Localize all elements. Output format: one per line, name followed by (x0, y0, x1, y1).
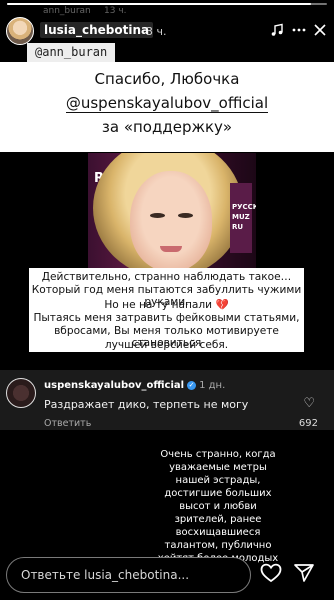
caption-line-1: Спасибо, Любочка (94, 70, 240, 88)
caption-line-3: за «поддержку» (101, 118, 233, 136)
story-viewer: ann_buran 13 ч. lusia_chebotina 3 ч. @an… (0, 0, 334, 600)
ghost-username: ann_buran (43, 6, 91, 16)
story-header: ann_buran 13 ч. lusia_chebotina 3 ч. (0, 6, 334, 46)
overlay-text-2: уважаемые метры (167, 462, 269, 473)
comment-heart-icon: ♡ (303, 396, 315, 411)
overlay-line-6: зрителей, ранее (148, 514, 288, 525)
comment-screenshot: uspenskayalubov_official ✓ 1 дн. Раздражае… (0, 370, 334, 430)
verified-icon: ✓ (187, 380, 197, 390)
broken-heart-icon: 💔 (215, 299, 229, 311)
heart-icon[interactable] (260, 563, 282, 587)
overlay-text-5: высот и любви (177, 501, 259, 512)
close-icon[interactable] (313, 23, 327, 40)
send-icon[interactable] (293, 563, 315, 587)
story-progress-fill (7, 3, 311, 5)
photo-sign-text-2: MUZ (232, 213, 250, 221)
comment-text: Раздражает дико, терпеть не могу (44, 398, 249, 411)
comment-likes-count: 692 (298, 418, 318, 429)
mention-tag[interactable]: @ann_buran (27, 43, 116, 62)
story-photo: R РУССКАЯ MUZ RU (88, 153, 256, 268)
reply-placeholder[interactable]: Ответьте lusia_chebotina... (21, 568, 189, 582)
more-icon[interactable] (292, 23, 306, 40)
overlay-line-7: восхищавшиеся (148, 527, 288, 538)
body-line-1: Действительно, странно наблюдать такое… (41, 271, 292, 283)
body-line-4: Пытаясь меня затравить фейковыми статьям… (33, 312, 300, 324)
story-time: 3 ч. (146, 25, 167, 38)
overlay-text-8: талантом, публично (162, 540, 274, 551)
photo-eye-left (150, 213, 165, 218)
overlay-line-4: достигшие больших (148, 488, 288, 499)
overlay-text-1: Очень странно, когда (158, 449, 278, 460)
story-text-box: Действительно, странно наблюдать такое… … (29, 268, 304, 352)
overlay-line-1: Очень странно, когда (148, 449, 288, 460)
body-line-3: Но не на ту напали 💔 (29, 298, 304, 311)
body-line-6: лучшей версией себя. (104, 339, 229, 351)
overlay-text-7: восхищавшиеся (173, 527, 263, 538)
comment-time: 1 дн. (199, 380, 226, 391)
overlay-text-3: нашей эстрады, (173, 475, 263, 486)
photo-face (130, 171, 212, 268)
comment-header: uspenskayalubov_official ✓ 1 дн. (44, 380, 225, 391)
comment-reply-label: Ответить (44, 418, 92, 429)
comment-username: uspenskayalubov_official (44, 380, 185, 391)
photo-eye-right (178, 213, 193, 218)
author-username[interactable]: lusia_chebotina (40, 22, 154, 38)
story-progress-bar (7, 3, 327, 5)
overlay-line-2: уважаемые метры (148, 462, 288, 473)
caption-block: Спасибо, Любочка @uspenskayalubov_offici… (0, 62, 334, 152)
photo-sign-text-3: RU (232, 223, 244, 231)
caption-mention-text[interactable]: @uspenskayalubov_official (65, 94, 269, 113)
caption-mention[interactable]: @uspenskayalubov_official (0, 94, 334, 113)
overlay-line-5: высот и любви (148, 501, 288, 512)
photo-mouth (160, 246, 182, 252)
ghost-time: 13 ч. (104, 6, 127, 16)
photo-sign-right: РУССКАЯ MUZ RU (230, 183, 256, 253)
comment-avatar (6, 378, 36, 408)
photo-sign-text-1: РУССКАЯ (232, 203, 256, 211)
body-line-3-text: Но не на ту напали (104, 299, 213, 311)
reply-input[interactable]: Ответьте lusia_chebotina... (6, 557, 251, 593)
overlay-line-3: нашей эстрады, (148, 475, 288, 486)
overlay-text-4: достигшие больших (162, 488, 274, 499)
overlay-text-6: зрителей, ранее (172, 514, 264, 525)
overlay-line-8: талантом, публично (148, 540, 288, 551)
author-avatar[interactable] (6, 17, 34, 45)
music-icon[interactable] (270, 23, 284, 40)
